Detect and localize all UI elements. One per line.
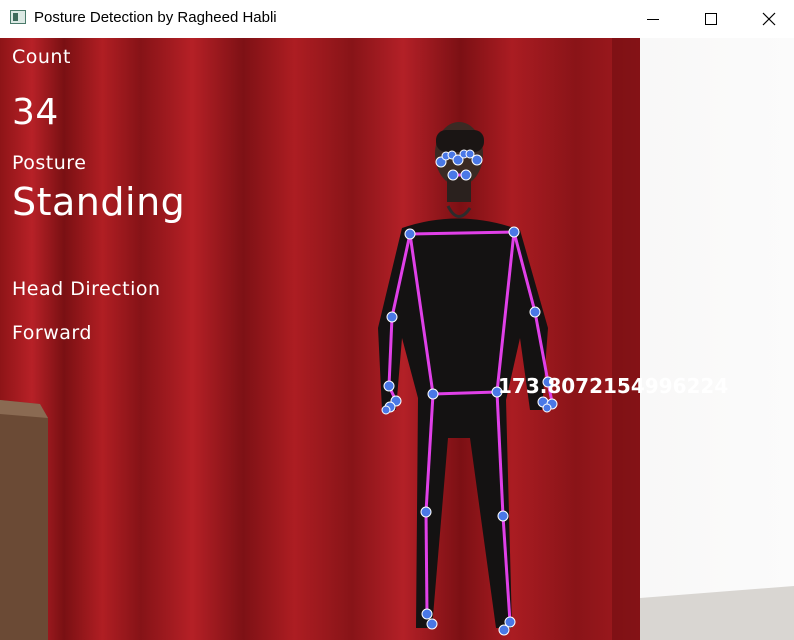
curtain-edge <box>612 38 640 640</box>
minimize-button[interactable] <box>624 0 682 38</box>
posture-value: Standing <box>12 180 186 224</box>
angle-readout: 173.8072154996224 <box>498 374 729 398</box>
maximize-icon <box>705 13 717 25</box>
maximize-button[interactable] <box>682 0 740 38</box>
count-label: Count <box>12 46 71 68</box>
minimize-icon <box>647 19 659 20</box>
app-window: Posture Detection by Ragheed Habli Count… <box>0 0 794 640</box>
posture-label: Posture <box>12 152 87 174</box>
head-direction-value: Forward <box>12 322 92 344</box>
window-title: Posture Detection by Ragheed Habli <box>34 9 277 26</box>
camera-feed: Count 34 Posture Standing Head Direction… <box>0 38 794 640</box>
app-icon <box>10 10 26 24</box>
side-table <box>0 400 48 640</box>
head-direction-label: Head Direction <box>12 278 161 300</box>
count-value: 34 <box>12 92 59 133</box>
close-button[interactable] <box>740 0 794 38</box>
close-icon <box>762 12 776 26</box>
camera-scene <box>0 38 794 640</box>
title-bar[interactable]: Posture Detection by Ragheed Habli <box>0 0 794 38</box>
